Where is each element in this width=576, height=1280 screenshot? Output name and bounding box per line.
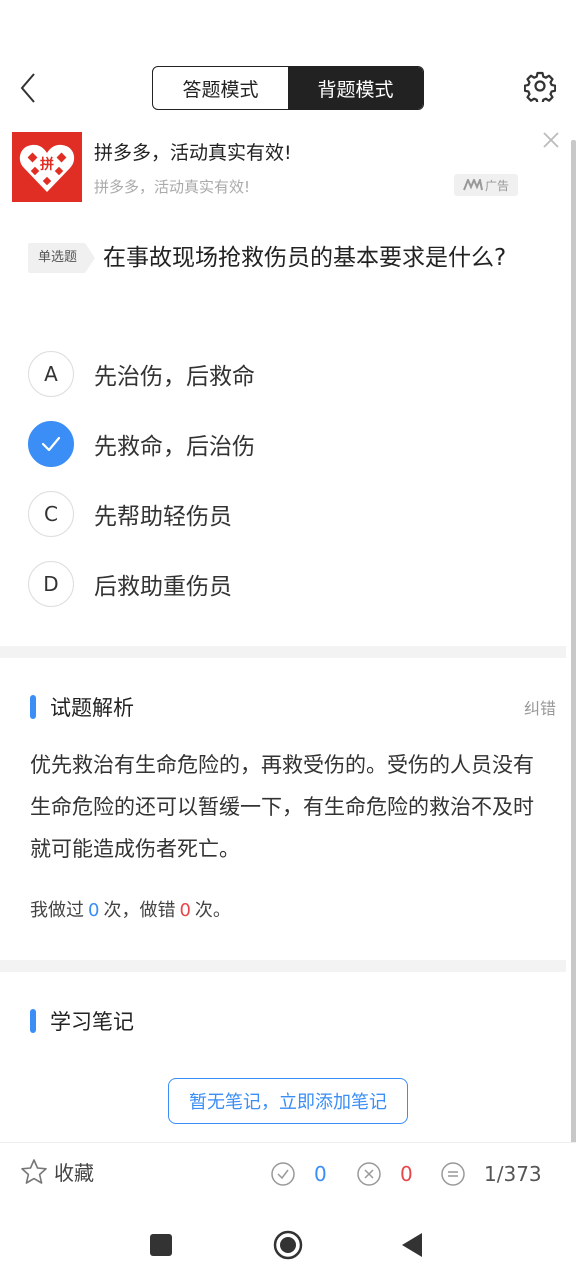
notes-header: 学习笔记 [30,1006,556,1036]
mode-switch: 答题模式 背题模式 [152,66,424,110]
stats-prefix: 我做过 [30,900,84,921]
option-text: 先帮助轻伤员 [94,504,232,530]
option-text: 先治伤，后救命 [94,364,255,390]
attempt-stats: 我做过 0 次，做错 0 次。 [30,896,231,922]
bottom-toolbar: 收藏 0 0 1/373 [0,1142,576,1208]
favorite-label: 收藏 [54,1161,94,1185]
ad-tag-label: 广告 [484,178,509,193]
progress-text: 1/373 [484,1162,542,1186]
pinduoduo-logo-icon: 拼 [19,144,75,192]
recent-apps-icon[interactable] [150,1234,172,1256]
report-error-link[interactable]: 纠错 [524,695,556,719]
wrong-count: 0 [179,900,191,921]
analysis-title: 试题解析 [50,696,134,720]
checkmark-icon [41,436,61,452]
ad-banner[interactable]: 拼 拼多多，活动真实有效! 拼多多，活动真实有效! 广告 [12,130,564,204]
option-text: 后救助重伤员 [94,574,232,600]
option-b[interactable]: 先救命，后治伤 [28,420,548,468]
stats-mid: 次，做错 [103,900,176,921]
option-d[interactable]: D 后救助重伤员 [28,560,548,608]
back-button[interactable] [14,68,46,108]
system-nav-bar [0,1208,576,1280]
correct-answer-marker [28,421,74,467]
question-type-badge: 单选题 [28,243,96,273]
favorite-button[interactable]: 收藏 [20,1157,94,1186]
tab-answer-mode[interactable]: 答题模式 [153,67,288,109]
correct-count: 0 [314,1162,327,1186]
question-text: 单选题 在事故现场抢救伤员的基本要求是什么? [28,238,548,278]
section-accent-bar [30,1009,36,1033]
option-letter: A [28,351,74,397]
option-a[interactable]: A 先治伤，后救命 [28,350,548,398]
svg-text:拼: 拼 [40,156,54,173]
question-stem: 在事故现场抢救伤员的基本要求是什么? [103,245,507,271]
top-bar: 答题模式 背题模式 [0,60,576,116]
ad-tag: 广告 [454,174,518,196]
done-count: 0 [88,900,100,921]
star-icon [21,1158,47,1184]
analysis-body: 优先救治有生命危险的，再救受伤的。受伤的人员没有生命危险的还可以暂缓一下，有生命… [30,753,534,861]
close-icon [543,132,559,148]
scrollbar[interactable] [571,140,576,1180]
section-divider [0,960,566,972]
add-note-button[interactable]: 暂无笔记，立即添加笔记 [168,1078,408,1124]
settings-button[interactable] [523,70,557,105]
list-circle-icon [441,1162,465,1186]
option-c[interactable]: C 先帮助轻伤员 [28,490,548,538]
option-letter: C [28,491,74,537]
progress-stat[interactable]: 1/373 [440,1161,542,1187]
x-circle-icon [357,1162,381,1186]
analysis-header: 试题解析 纠错 [30,692,556,722]
correct-stat[interactable]: 0 [270,1161,327,1187]
system-nav-icons [150,1230,422,1260]
ad-subtitle: 拼多多，活动真实有效! [94,178,251,196]
notes-title: 学习笔记 [50,1010,134,1034]
back-nav-icon[interactable] [402,1233,422,1257]
chevron-left-icon [20,73,35,103]
stats-suffix: 次。 [194,900,231,921]
ad-network-icon [463,179,483,191]
check-circle-icon [271,1162,295,1186]
option-text: 先救命，后治伤 [94,434,255,460]
tab-recite-mode[interactable]: 背题模式 [288,67,423,109]
section-divider [0,646,566,658]
gear-icon [523,71,557,105]
ad-title: 拼多多，活动真实有效! [94,142,292,164]
ad-logo: 拼 [12,132,82,202]
wrong-stat[interactable]: 0 [356,1161,413,1187]
option-letter: D [28,561,74,607]
wrong-count-bottom: 0 [400,1162,413,1186]
ad-close-button[interactable] [542,130,560,155]
section-accent-bar [30,695,36,719]
